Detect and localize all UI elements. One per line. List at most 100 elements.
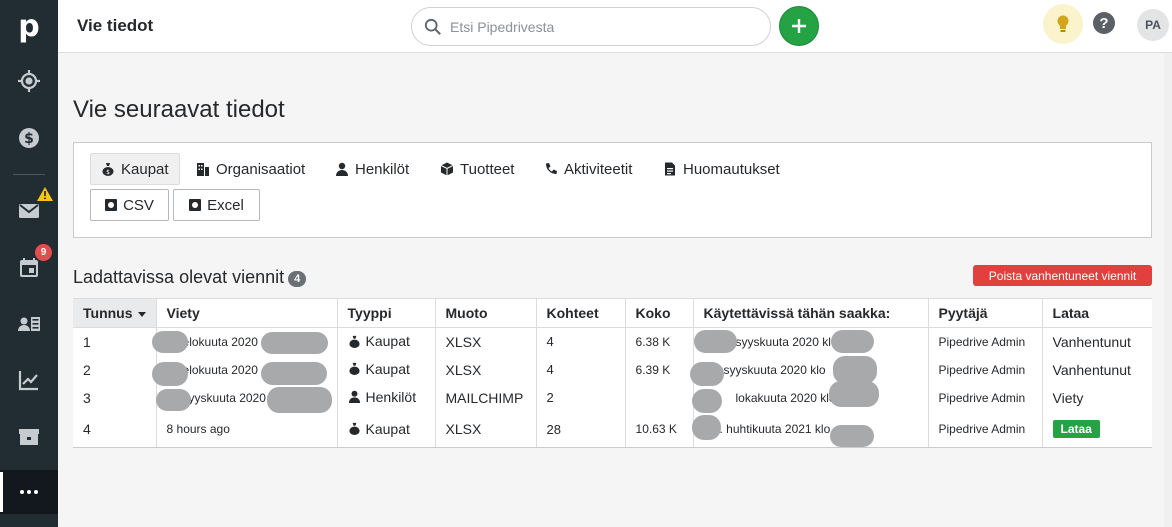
- cell-items: 28: [535, 411, 626, 448]
- downloads-heading: Ladattavissa olevat viennit 4: [73, 267, 307, 288]
- tab-organizations[interactable]: Organisaatiot: [186, 153, 315, 185]
- plus-icon: [792, 19, 806, 33]
- col-header-size: Koko: [624, 298, 694, 328]
- cell-type: Kaupat: [336, 355, 436, 384]
- downloads-count: 4: [288, 270, 307, 287]
- search-icon: [424, 18, 441, 35]
- person-icon: [336, 162, 348, 176]
- moneybag-icon: [348, 422, 360, 435]
- person-icon: [348, 390, 360, 404]
- tips-button[interactable]: [1043, 4, 1083, 44]
- tab-persons[interactable]: Henkilöt: [325, 153, 419, 185]
- cell-id: 4: [73, 411, 157, 448]
- redacted-blob: [152, 331, 188, 353]
- cell-format: XLSX: [434, 411, 537, 448]
- tab-activities[interactable]: Aktiviteetit: [534, 153, 642, 185]
- redacted-blob: [692, 389, 722, 413]
- cell-requester: Pipedrive Admin: [927, 327, 1043, 356]
- page-title: Vie seuraavat tiedot: [73, 96, 285, 123]
- col-header-exported: Viety: [155, 298, 338, 328]
- cell-requester: Pipedrive Admin: [927, 383, 1043, 412]
- redacted-blob: [830, 425, 874, 447]
- page-header: Vie tiedot: [77, 16, 154, 35]
- nav-rail: p $ 9: [0, 0, 58, 527]
- page-scrollbar[interactable]: [1164, 53, 1172, 527]
- dollar-icon[interactable]: $: [0, 116, 58, 160]
- csv-button[interactable]: CSV: [90, 189, 169, 221]
- col-header-items: Kohteet: [535, 298, 626, 328]
- col-header-available: Käytettävissä tähän saakka:: [692, 298, 929, 328]
- lightbulb-icon: [1057, 15, 1069, 32]
- tab-label: Henkilöt: [355, 160, 410, 178]
- cell-available: . huhtikuuta 2021 klo: [692, 411, 929, 448]
- avatar[interactable]: PA: [1137, 9, 1169, 41]
- tab-label: Organisaatiot: [216, 160, 306, 178]
- table-row: 3 syyskuuta 2020 Henkilöt MAILCHIMP 2 lo…: [73, 383, 1152, 412]
- table-row: 4 8 hours ago Kaupat XLSX 28 10.63 K . h…: [73, 411, 1152, 448]
- download-icon: [189, 199, 202, 211]
- cell-status: Vanhentunut: [1041, 327, 1152, 356]
- moneybag-icon: [348, 335, 360, 348]
- add-button[interactable]: [779, 6, 819, 46]
- downloads-title: Ladattavissa olevat viennit: [73, 267, 285, 287]
- col-header-type: Tyyppi: [336, 298, 436, 328]
- cell-id: 3: [83, 389, 91, 406]
- tab-products[interactable]: Tuotteet: [430, 153, 524, 185]
- tab-label: Kaupat: [121, 160, 169, 178]
- cell-type: Henkilöt: [336, 383, 436, 412]
- more-icon[interactable]: [0, 470, 58, 514]
- phone-icon: [546, 163, 557, 174]
- download-button[interactable]: Lataa: [1052, 420, 1100, 439]
- cell-format: MAILCHIMP: [434, 383, 537, 412]
- cell-status: Vanhentunut: [1041, 355, 1152, 384]
- redacted-blob: [690, 362, 724, 386]
- export-options: $ Kaupat Organisaatiot Henkilöt Tuotteet…: [73, 142, 1152, 238]
- cell-items: 4: [535, 355, 626, 384]
- redacted-blob: [692, 415, 721, 440]
- note-icon: [665, 162, 675, 176]
- svg-text:$: $: [24, 131, 34, 147]
- contacts-icon[interactable]: [0, 302, 58, 346]
- cell-requester: Pipedrive Admin: [927, 355, 1043, 384]
- redacted-blob: [694, 330, 737, 353]
- cell-exported: 8 hours ago: [155, 411, 338, 448]
- cell-type: Kaupat: [336, 411, 436, 448]
- col-header-id[interactable]: Tunnus: [73, 298, 157, 328]
- cell-id: 2: [83, 361, 91, 378]
- cell-requester: Pipedrive Admin: [927, 411, 1043, 448]
- table-row: 1 elokuuta 2020 Kaupat XLSX 4 6.38 K syy…: [73, 327, 1152, 356]
- search-input[interactable]: [450, 18, 750, 35]
- cell-available: lokakuuta 2020 klo: [692, 383, 929, 412]
- cell-items: 2: [535, 383, 626, 412]
- cell-size: 6.39 K: [624, 355, 694, 384]
- cell-size: 10.63 K: [624, 411, 694, 448]
- tab-deals[interactable]: $ Kaupat: [90, 153, 180, 185]
- redacted-blob: [261, 332, 328, 354]
- top-bar: Vie tiedot ? PA: [58, 0, 1172, 53]
- table-row: 2 elokuuta 2020 Kaupat XLSX 4 6.39 K syy…: [73, 355, 1152, 384]
- cell-status: Viety: [1041, 383, 1152, 412]
- chart-icon[interactable]: [0, 358, 58, 402]
- tab-label: Aktiviteetit: [564, 160, 633, 178]
- cell-format: XLSX: [434, 327, 537, 356]
- search-box[interactable]: [411, 7, 771, 46]
- col-header-requester: Pyytäjä: [927, 298, 1043, 328]
- cell-type: Kaupat: [336, 327, 436, 356]
- cell-items: 4: [535, 327, 626, 356]
- tab-notes[interactable]: Huomautukset: [653, 153, 790, 185]
- redacted-blob: [267, 387, 332, 413]
- cell-size: [624, 383, 694, 412]
- tab-label: Huomautukset: [683, 160, 780, 178]
- svg-text:$: $: [106, 169, 110, 176]
- rail-divider: [13, 174, 45, 175]
- pipedrive-logo[interactable]: p: [0, 0, 58, 52]
- cell-id: 1: [83, 333, 91, 350]
- delete-expired-button[interactable]: Poista vanhentuneet viennit: [973, 265, 1152, 286]
- warning-icon: [37, 187, 53, 206]
- exports-table: Tunnus Viety Tyyppi Muoto Kohteet Koko K…: [73, 298, 1152, 448]
- col-header-download: Lataa: [1041, 298, 1152, 328]
- target-icon[interactable]: [0, 59, 58, 103]
- help-button[interactable]: ?: [1093, 12, 1115, 34]
- excel-button[interactable]: Excel: [173, 189, 260, 221]
- store-icon[interactable]: [0, 414, 58, 458]
